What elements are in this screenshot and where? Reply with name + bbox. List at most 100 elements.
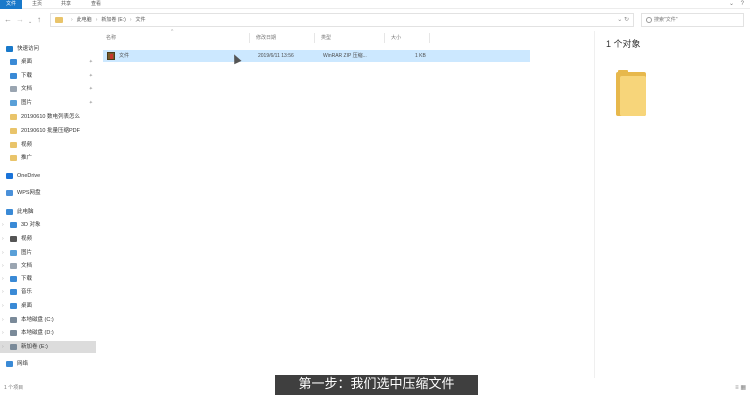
sidebar-item-label: OneDrive xyxy=(17,173,41,179)
chevron-down-icon[interactable]: ⌄ xyxy=(617,17,622,23)
chevron-right-icon[interactable]: › xyxy=(2,286,4,298)
sidebar-item-label: 此电脑 xyxy=(17,209,34,215)
sidebar-item[interactable]: › 文档 xyxy=(0,260,96,272)
sidebar-item-label: 桌面 xyxy=(21,59,33,65)
column-size[interactable]: 大小 xyxy=(385,33,430,43)
file-type: WinRAR ZIP 压缩... xyxy=(323,53,367,59)
column-name[interactable]: 名称 xyxy=(100,33,250,43)
sidebar-item[interactable]: › 下载 xyxy=(0,273,96,285)
sidebar-item[interactable]: 20190610 数电列表怎么 xyxy=(0,111,96,123)
sidebar-item-label: 20190610 数电列表怎么 xyxy=(21,114,80,120)
sidebar-item-label: 下载 xyxy=(21,276,33,282)
file-list: ^ 名称 修改日期 类型 大小 文件 2019/6/11 13:56 WinRA… xyxy=(100,29,585,378)
file-row[interactable]: 文件 2019/6/11 13:56 WinRAR ZIP 压缩... 1 KB xyxy=(103,50,530,62)
chevron-right-icon: › xyxy=(71,17,73,23)
chevron-right-icon[interactable]: › xyxy=(2,273,4,285)
music-icon xyxy=(10,289,17,295)
address-bar[interactable]: › 此电脑 › 新加卷 (E:) › 文件 ⌄ ↻ xyxy=(50,13,634,27)
sidebar-item[interactable]: 此电脑 xyxy=(0,206,96,218)
column-type[interactable]: 类型 xyxy=(315,33,385,43)
sidebar-item[interactable]: 桌面 ✦ xyxy=(0,56,96,68)
details-view-icon[interactable]: ≡ xyxy=(735,385,739,391)
selection-count: 1 个对象 xyxy=(606,39,641,49)
sidebar-item[interactable]: 网络 xyxy=(0,358,96,370)
drive-icon xyxy=(10,330,17,336)
folder-icon xyxy=(10,155,17,161)
ribbon-controls: ⌄ ? xyxy=(724,0,744,9)
pane-divider[interactable] xyxy=(594,31,595,378)
sidebar-item[interactable]: › 本地磁盘 (D:) xyxy=(0,327,96,339)
sidebar-item[interactable]: › 桌面 xyxy=(0,300,96,312)
search-icon xyxy=(646,17,652,23)
address-controls: ⌄ ↻ xyxy=(617,14,629,26)
breadcrumb-this-pc[interactable]: 此电脑 xyxy=(77,17,92,23)
sidebar-item[interactable]: OneDrive xyxy=(0,170,96,182)
folder-icon xyxy=(10,128,17,134)
pictures-icon xyxy=(10,250,17,256)
back-arrow-icon[interactable]: ← xyxy=(4,15,12,25)
breadcrumb-folder[interactable]: 文件 xyxy=(135,17,145,23)
sidebar-item[interactable]: 文档 ✦ xyxy=(0,83,96,95)
sidebar-item-label: 20190610 批量压缩PDF xyxy=(21,128,80,134)
sidebar-item-label: 视频 xyxy=(21,142,33,148)
help-icon[interactable]: ? xyxy=(741,1,744,7)
sidebar-item[interactable]: 推广 xyxy=(0,152,96,164)
chevron-right-icon: › xyxy=(129,17,132,23)
chevron-right-icon[interactable]: › xyxy=(2,300,4,312)
refresh-icon[interactable]: ↻ xyxy=(624,17,629,23)
chevron-right-icon[interactable]: › xyxy=(2,233,4,245)
sidebar-item[interactable]: WPS网盘 xyxy=(0,187,96,199)
sidebar-item[interactable]: 图片 ✦ xyxy=(0,97,96,109)
sidebar-item[interactable]: 视频 xyxy=(0,139,96,151)
file-modified: 2019/6/11 13:56 xyxy=(258,53,294,59)
chevron-right-icon[interactable]: › xyxy=(2,219,4,231)
folder-icon xyxy=(55,17,63,23)
file-name: 文件 xyxy=(119,53,130,59)
document-icon xyxy=(10,263,17,269)
tab-view[interactable]: 查看 xyxy=(89,0,103,9)
zip-archive-icon xyxy=(107,52,115,60)
chevron-right-icon[interactable]: › xyxy=(2,260,4,272)
desktop-icon xyxy=(10,59,17,65)
up-arrow-icon[interactable]: ↑ xyxy=(37,15,41,25)
sidebar-item-label: 本地磁盘 (C:) xyxy=(21,317,54,323)
breadcrumb: › 此电脑 › 新加卷 (E:) › 文件 xyxy=(67,14,146,26)
search-input[interactable] xyxy=(654,15,740,25)
chevron-right-icon[interactable]: › xyxy=(2,314,4,326)
tab-share[interactable]: 共享 xyxy=(59,0,73,9)
chevron-right-icon[interactable]: › xyxy=(2,327,4,339)
preview-pane: 1 个对象 xyxy=(596,31,750,378)
breadcrumb-drive-e[interactable]: 新加卷 (E:) xyxy=(101,17,125,23)
chevron-right-icon[interactable]: › xyxy=(2,341,4,353)
tab-home[interactable]: 主页 xyxy=(30,0,44,9)
tab-file[interactable]: 文件 xyxy=(0,0,22,9)
sidebar-item[interactable]: › 音乐 xyxy=(0,286,96,298)
network-icon xyxy=(6,361,13,367)
expand-ribbon-icon[interactable]: ⌄ xyxy=(729,1,734,7)
pin-icon: ✦ xyxy=(88,73,93,79)
large-icons-view-icon[interactable]: ▦ xyxy=(740,385,746,391)
sidebar-item[interactable]: › 本地磁盘 (C:) xyxy=(0,314,96,326)
chevron-right-icon[interactable]: › xyxy=(2,247,4,259)
sidebar-item[interactable]: › 新加卷 (E:) xyxy=(0,341,96,353)
sidebar-item[interactable]: 快速访问 xyxy=(0,43,96,55)
pin-icon: ✦ xyxy=(88,59,93,65)
recent-locations-icon[interactable]: ⌄ xyxy=(28,17,32,27)
sidebar-item[interactable]: 20190610 批量压缩PDF xyxy=(0,125,96,137)
sidebar-item[interactable]: 下载 ✦ xyxy=(0,70,96,82)
sidebar-item-label: 视频 xyxy=(21,236,33,242)
sidebar-item-label: 图片 xyxy=(21,250,33,256)
sidebar-item-label: 下载 xyxy=(21,73,33,79)
column-modified[interactable]: 修改日期 xyxy=(250,33,315,43)
video-icon xyxy=(10,236,17,242)
item-count: 1 个项目 xyxy=(4,385,24,391)
sidebar-item[interactable]: › 3D 对象 xyxy=(0,219,96,231)
view-toggle: ≡ ▦ xyxy=(735,384,746,391)
sidebar-item-label: 网络 xyxy=(17,361,29,367)
desktop-icon xyxy=(10,303,17,309)
sidebar-item[interactable]: › 图片 xyxy=(0,247,96,259)
ribbon-tabs: 文件 主页 共享 查看 ⌄ ? xyxy=(0,0,750,9)
forward-arrow-icon[interactable]: → xyxy=(16,15,24,25)
sidebar-item[interactable]: › 视频 xyxy=(0,233,96,245)
navigation-pane: 快速访问 桌面 ✦ 下载 ✦ 文档 ✦ 图片 ✦ 20190610 数电列表怎么 20190610 … xyxy=(0,38,98,378)
